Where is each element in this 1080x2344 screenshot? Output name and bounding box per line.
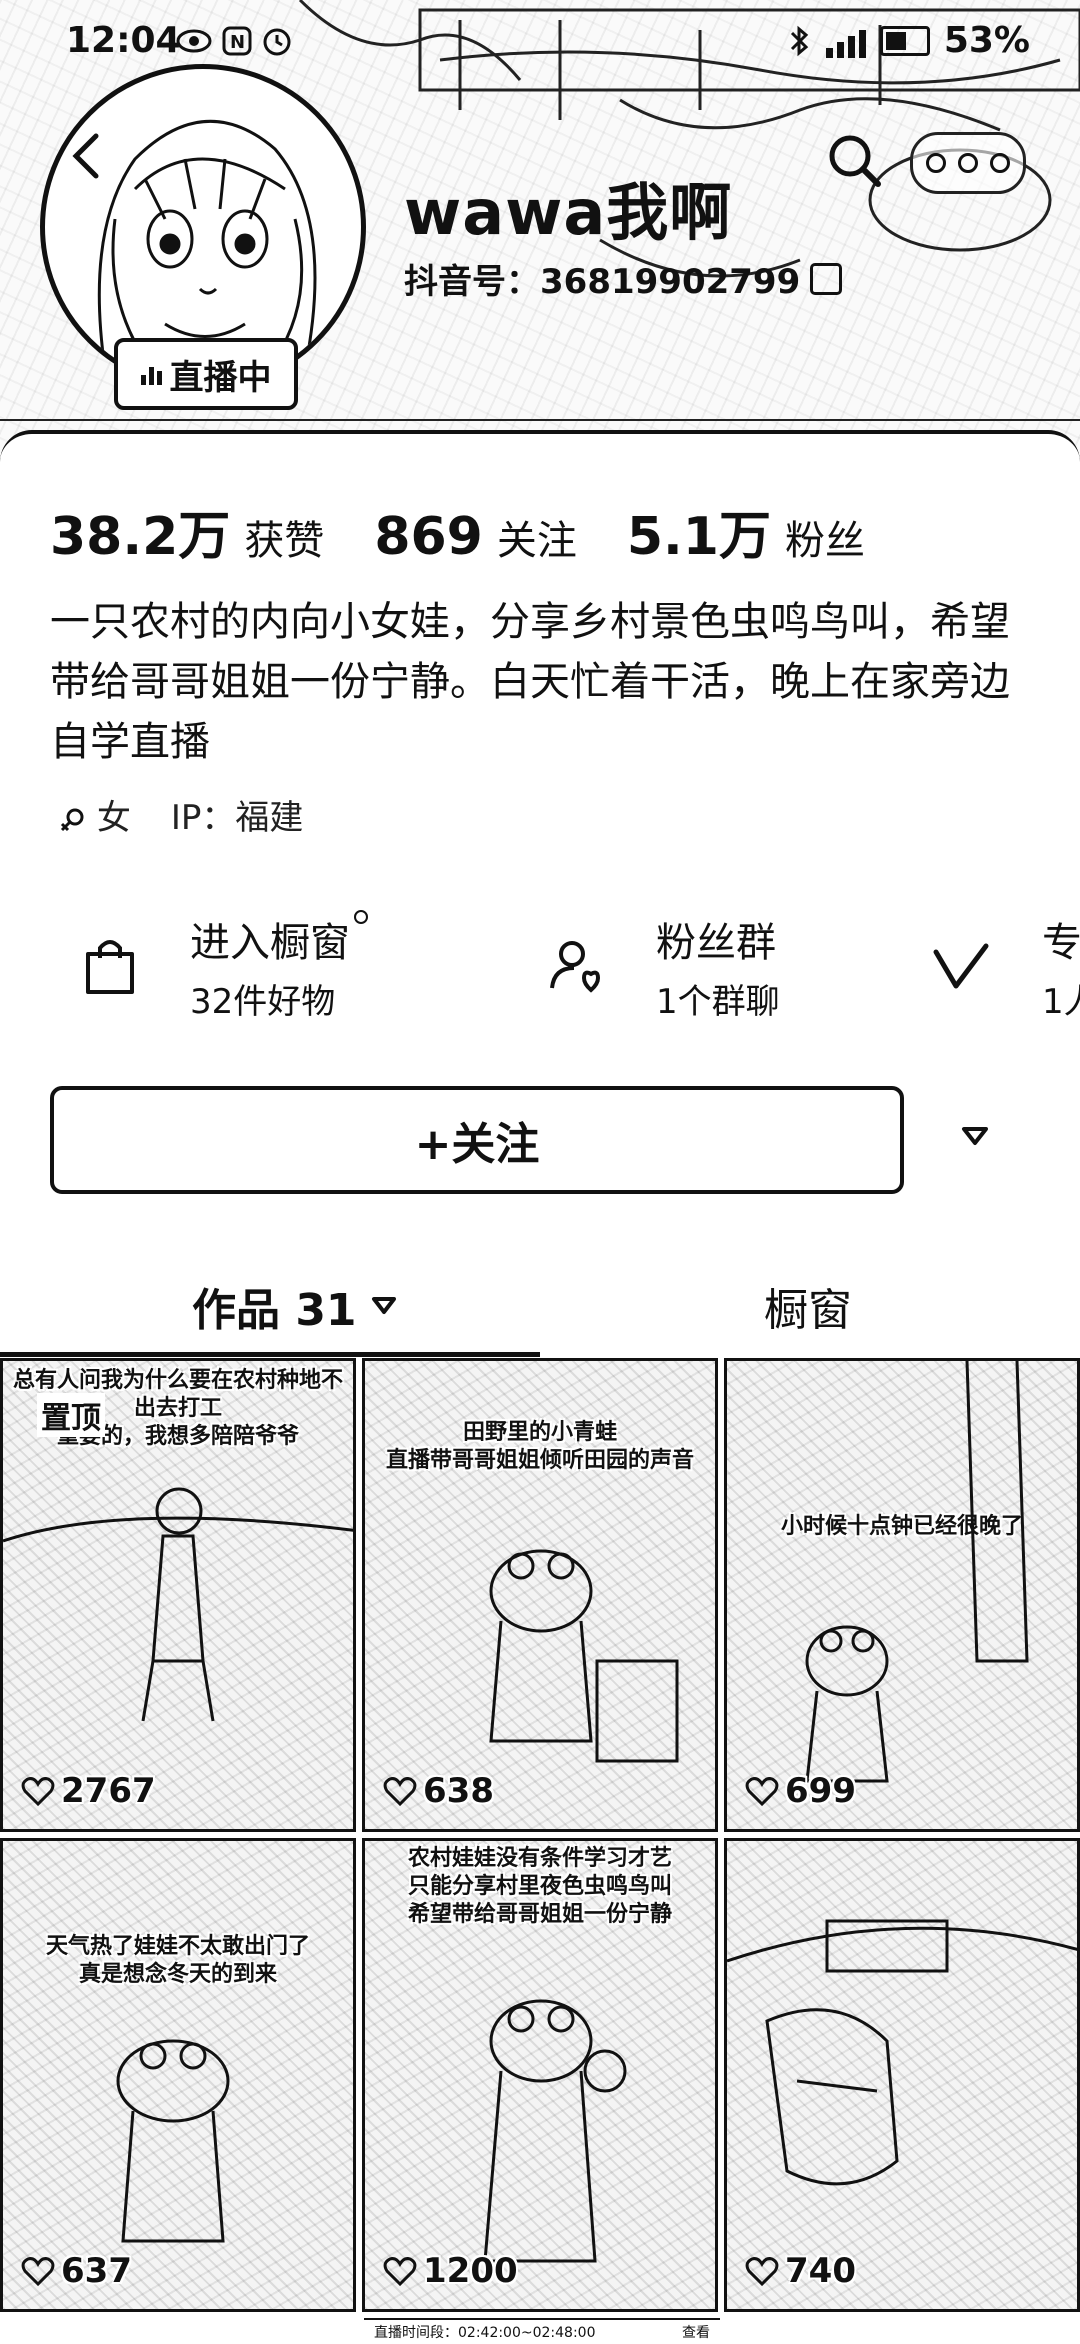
stat-followers-label: 粉丝 [784, 518, 865, 564]
video-likes: 2767 [21, 1771, 156, 1811]
stat-following-label: 关注 [496, 518, 577, 564]
chevron-down-icon [371, 1297, 396, 1314]
douyin-id-text: 抖音号：36819902799 [404, 262, 801, 302]
service-shop-title: 进入橱窗 [190, 910, 368, 968]
profile-meta: 女 IP：福建 [58, 790, 303, 839]
gender-label: 女 [96, 798, 131, 838]
status-right: 53% [786, 20, 1030, 61]
frog-with-plush-illustration [483, 1999, 627, 2263]
video-thumbnail[interactable]: 农村娃娃没有条件学习才艺 只能分享村里夜色虫鸣鸟叫 希望带给哥哥姐姐一份宁静 1… [362, 1838, 718, 2312]
service-fan-group-subtitle: 1个群聊 [656, 982, 780, 1022]
girl-in-field-illustration [3, 1487, 353, 1722]
video-likes: 637 [21, 2251, 132, 2291]
svg-text:N: N [230, 32, 245, 53]
service-shop-window[interactable]: 进入橱窗 32件好物 [78, 904, 408, 1034]
copy-icon[interactable] [810, 262, 843, 295]
video-grid: 总有人问我为什么要在农村种地不出去打工 重要的，我想多陪陪爷爷 置顶 2767 … [0, 1358, 1080, 2340]
stat-likes[interactable]: 38.2万 获赞 [50, 494, 324, 569]
content-tabs: 作品 31 橱窗 [0, 1254, 1080, 1364]
stat-following[interactable]: 869 关注 [374, 507, 577, 567]
video-likes: 740 [745, 2251, 856, 2291]
heart-icon [383, 1777, 417, 1807]
video-thumbnail[interactable]: 小时候十点钟已经很晚了 699 [724, 1358, 1080, 1832]
service-third-title: 专 [1042, 920, 1080, 966]
video-likes-count: 1200 [423, 2251, 518, 2291]
battery-percent: 53% [943, 20, 1030, 61]
ip-location: IP：福建 [170, 798, 304, 838]
profile-header-background: 12:04 N 53% 直播中 wawa我啊 抖音号：36819902799 [0, 0, 1080, 460]
triangle-down-icon [962, 1127, 988, 1145]
stat-followers[interactable]: 5.1万 粉丝 [627, 494, 865, 569]
dot-icon [958, 153, 978, 173]
female-icon [60, 808, 84, 831]
stat-likes-label: 获赞 [244, 518, 325, 564]
video-likes: 699 [745, 1771, 856, 1811]
douyin-id: 抖音号：36819902799 [404, 254, 843, 303]
dot-icon [990, 153, 1010, 173]
video-likes-count: 699 [785, 1771, 856, 1811]
tab-active-indicator [0, 1352, 540, 1357]
follow-button[interactable]: +关注 [50, 1086, 904, 1194]
live-period-text: 直播时间段：02:42:00~02:48:00 [374, 2325, 596, 2341]
alarm-icon [263, 28, 291, 56]
status-bar: 12:04 N 53% [0, 14, 1080, 70]
service-third[interactable]: 专 1人 [930, 904, 1080, 1034]
tab-works-label: 作品 31 [192, 1285, 357, 1336]
services-row: 进入橱窗 32件好物 粉丝群 1个群聊 专 1人 [0, 904, 1080, 1034]
video-likes-count: 638 [423, 1771, 494, 1811]
live-badge[interactable]: 直播中 [114, 338, 298, 410]
girl-face-field-illustration [727, 1919, 1077, 2186]
video-likes: 1200 [383, 2251, 518, 2291]
stat-following-value: 869 [374, 507, 483, 567]
service-shop-subtitle: 32件好物 [190, 982, 336, 1022]
new-dot-icon [354, 910, 368, 924]
heart-icon [745, 2257, 779, 2287]
service-third-subtitle: 1人 [1042, 982, 1080, 1022]
frog-under-tree-illustration [805, 1361, 1029, 1783]
heart-icon [21, 1777, 55, 1807]
status-notification-icons: N [176, 26, 292, 56]
live-bars-icon [140, 363, 162, 385]
heart-icon [21, 2257, 55, 2287]
live-period-bar[interactable]: 直播时间段：02:42:00~02:48:00 查看 [364, 2318, 720, 2341]
video-likes-count: 637 [61, 2251, 132, 2291]
video-thumbnail[interactable]: 740 [724, 1838, 1080, 2312]
gender-tag: 女 [58, 790, 131, 839]
tab-works[interactable]: 作品 31 [192, 1274, 397, 1338]
service-fan-group-title: 粉丝群 [656, 920, 776, 966]
live-period-view[interactable]: 查看 [682, 2322, 710, 2341]
bluetooth-icon [790, 25, 809, 56]
battery-icon [879, 25, 930, 56]
eye-icon [176, 29, 212, 53]
service-fan-group[interactable]: 粉丝群 1个群聊 [544, 904, 874, 1034]
frog-statue-illustration [489, 1549, 679, 1763]
heart-icon [383, 2257, 417, 2287]
signal-icon [825, 24, 866, 58]
live-badge-label: 直播中 [169, 357, 272, 398]
shopping-bag-icon [86, 940, 134, 994]
video-likes-count: 2767 [61, 1771, 156, 1811]
video-likes: 638 [383, 1771, 494, 1811]
nfc-icon: N [222, 26, 252, 56]
video-thumbnail[interactable]: 田野里的小青蛙 直播带哥哥姐姐倾听田园的声音 638 [362, 1358, 718, 1832]
stats-row: 38.2万 获赞 869 关注 5.1万 粉丝 [50, 494, 915, 569]
dot-icon [926, 153, 946, 173]
fan-group-icon [550, 941, 601, 993]
more-options-button[interactable] [910, 132, 1026, 194]
video-thumbnail[interactable]: 总有人问我为什么要在农村种地不出去打工 重要的，我想多陪陪爷爷 置顶 2767 [0, 1358, 356, 1832]
search-icon[interactable] [822, 128, 886, 192]
frog-in-grass-illustration [116, 2039, 230, 2243]
stat-likes-value: 38.2万 [50, 507, 231, 567]
check-v-icon [933, 943, 989, 989]
heart-icon [745, 1777, 779, 1807]
status-time: 12:04 [66, 20, 181, 61]
recommend-dropdown-button[interactable] [940, 1106, 1010, 1166]
video-likes-count: 740 [785, 2251, 856, 2291]
back-arrow-icon[interactable] [62, 130, 114, 182]
stat-followers-value: 5.1万 [626, 507, 771, 567]
tab-shop-window[interactable]: 橱窗 [764, 1274, 852, 1338]
video-thumbnail[interactable]: 天气热了娃娃不太敢出门了 真是想念冬天的到来 637 [0, 1838, 356, 2312]
bio-text: 一只农村的内向小女娃，分享乡村景色虫鸣鸟叫，希望带给哥哥姐姐一份宁静。白天忙着干… [50, 599, 1010, 765]
username: wawa我啊 [404, 176, 733, 249]
